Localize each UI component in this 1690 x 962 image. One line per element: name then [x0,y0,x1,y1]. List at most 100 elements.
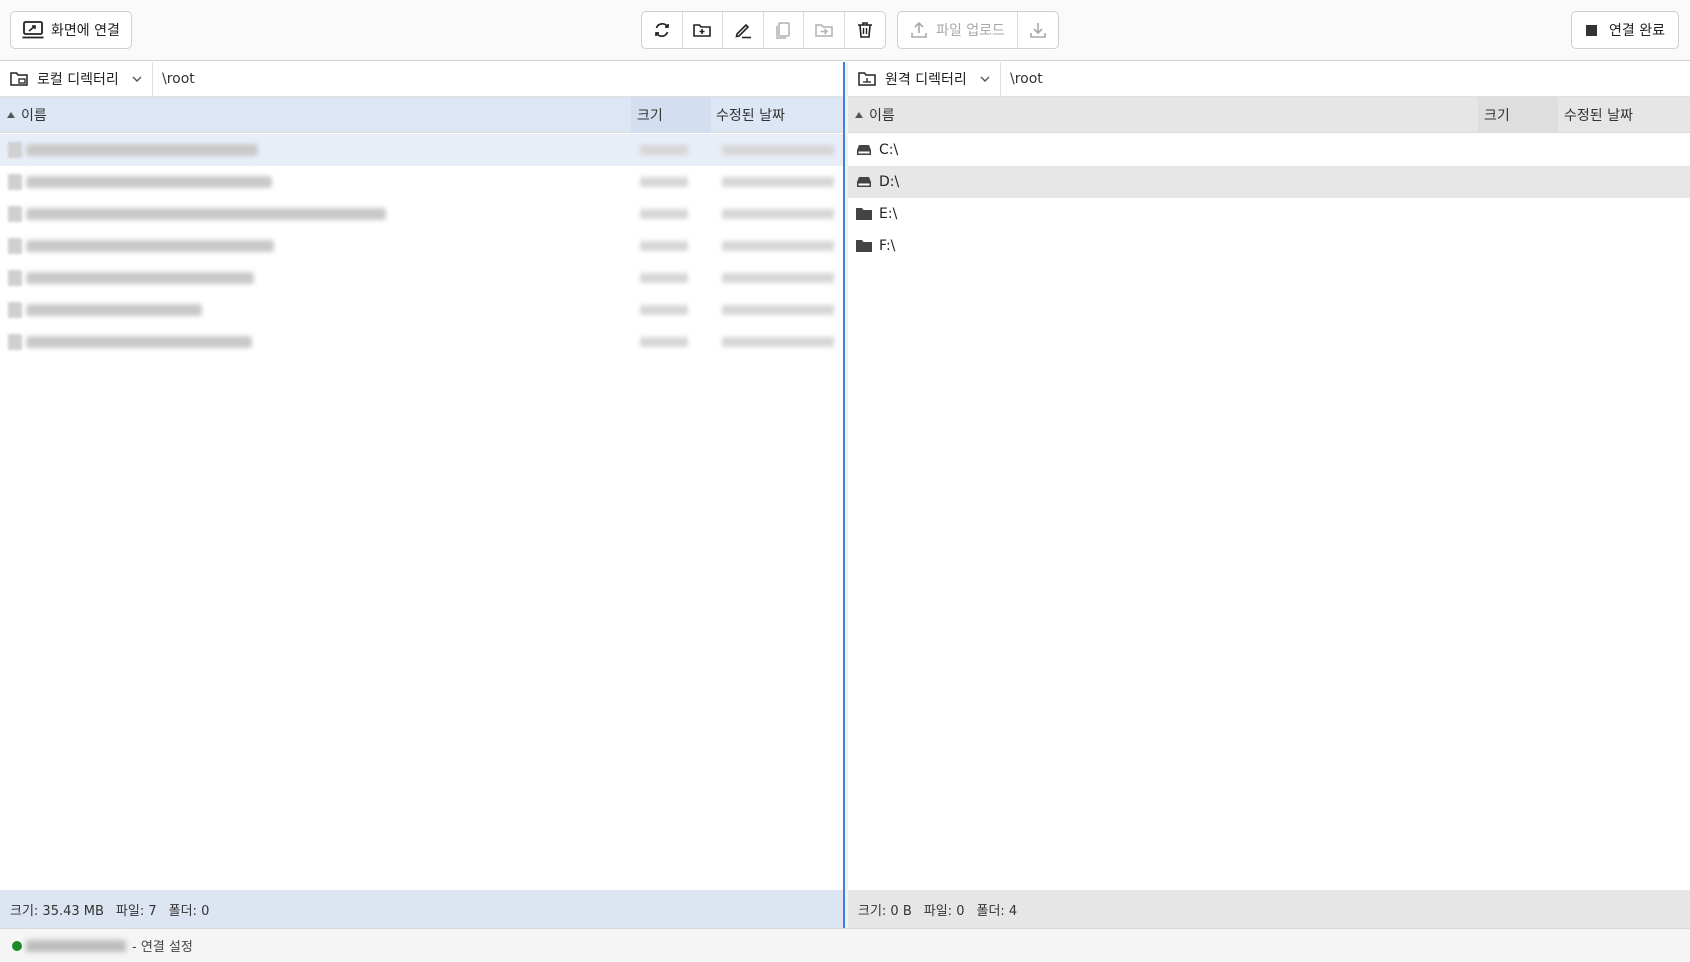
chevron-down-icon [980,76,990,82]
remote-file-list: C:\ D:\ E:\ F:\ [848,134,1690,262]
table-row[interactable] [0,134,843,166]
table-row[interactable] [0,198,843,230]
redacted-host [26,939,126,952]
file-icon [8,206,22,222]
redacted-size [640,305,688,315]
col-size-label: 크기 [637,107,663,124]
delete-button[interactable] [845,12,886,48]
local-status-files: 파일: 7 [115,903,157,919]
folder-icon [856,208,872,220]
col-date-label: 수정된 날짜 [716,107,785,124]
file-icon [8,302,22,318]
file-icon [8,270,22,286]
col-name-label: 이름 [21,107,47,124]
rename-icon [735,23,751,39]
col-name[interactable]: 이름 [0,105,47,125]
remote-status-size: 크기: 0 B [858,903,912,919]
local-status-bar: 크기: 35.43 MB 파일: 7 폴더: 0 [0,890,843,928]
redacted-filename [26,176,272,188]
local-pane: 로컬 디렉터리 \root 이름 크기 수정된 날짜 크기: 35.43 MB … [0,61,843,928]
local-status-folders: 폴더: 0 [168,903,210,919]
redacted-date [722,145,834,155]
drive-row-c[interactable]: C:\ [848,134,1690,166]
redacted-size [640,177,688,187]
drive-row-e[interactable]: E:\ [848,198,1690,230]
toolbar: 화면에 연결 파일 업로드 연결 완료 [0,0,1690,61]
col-size[interactable]: 크기 [631,96,711,133]
file-action-group [641,11,886,49]
redacted-date [722,305,834,315]
remote-pane: 원격 디렉터리 \root 이름 크기 수정된 날짜 C:\ D:\ E:\ F… [848,61,1690,928]
local-folder-icon [10,72,28,86]
drive-icon [857,177,871,187]
download-icon [1030,23,1046,38]
stop-icon [1586,24,1597,36]
table-row[interactable] [0,326,843,358]
drive-icon [857,145,871,155]
redacted-date [722,337,834,347]
refresh-icon [654,23,669,37]
connection-status-icon [12,940,22,951]
screen-share-icon [22,21,44,39]
col-name[interactable]: 이름 [848,105,895,125]
drive-row-d[interactable]: D:\ [848,166,1690,198]
rename-button[interactable] [723,12,764,48]
transfer-group: 파일 업로드 [897,11,1059,49]
remote-path-bar: 원격 디렉터리 \root [848,61,1690,97]
remote-directory-selector[interactable]: 원격 디렉터리 [848,61,1001,97]
col-name-label: 이름 [869,107,895,124]
drive-row-f[interactable]: F:\ [848,230,1690,262]
done-label: 연결 완료 [1609,23,1665,39]
move-icon [815,24,833,37]
table-row[interactable] [0,262,843,294]
file-icon [8,334,22,350]
local-directory-selector[interactable]: 로컬 디렉터리 [0,61,153,97]
col-date[interactable]: 수정된 날짜 [716,97,785,133]
upload-label: 파일 업로드 [936,23,1005,39]
redacted-filename [26,304,202,316]
local-path-bar: 로컬 디렉터리 \root [0,61,843,97]
copy-icon [776,22,790,39]
redacted-date [722,273,834,283]
file-icon [8,238,22,254]
redacted-size [640,273,688,283]
download-button[interactable] [1018,12,1058,48]
redacted-filename [26,272,254,284]
disconnect-button[interactable]: 연결 완료 [1571,11,1679,49]
remote-column-header: 이름 크기 수정된 날짜 [848,96,1690,133]
table-row[interactable] [0,294,843,326]
local-dir-label: 로컬 디렉터리 [37,72,119,88]
table-row[interactable] [0,230,843,262]
remote-status-folders: 폴더: 4 [976,903,1018,919]
upload-icon [911,21,927,38]
redacted-date [722,209,834,219]
remote-dir-label: 원격 디렉터리 [885,72,967,88]
delete-icon [857,22,872,38]
file-icon [8,142,22,158]
redacted-size [640,145,688,155]
copy-button[interactable] [764,12,804,48]
refresh-button[interactable] [642,12,683,48]
connect-label: 화면에 연결 [51,23,120,39]
sort-asc-icon [7,111,15,118]
move-button[interactable] [804,12,845,48]
redacted-filename [26,208,386,220]
redacted-size [640,241,688,251]
new-folder-button[interactable] [683,12,723,48]
col-date[interactable]: 수정된 날짜 [1564,97,1633,133]
local-path[interactable]: \root [153,71,195,87]
local-status-size: 크기: 35.43 MB [10,903,104,919]
upload-file-button[interactable]: 파일 업로드 [898,12,1018,48]
remote-status-files: 파일: 0 [923,903,965,919]
remote-status-bar: 크기: 0 B 파일: 0 폴더: 4 [848,890,1690,928]
redacted-size [640,337,688,347]
folder-icon [856,240,872,252]
drive-label: D:\ [879,174,900,190]
col-size[interactable]: 크기 [1478,96,1558,133]
table-row[interactable] [0,166,843,198]
local-file-list [0,134,843,358]
connect-to-screen-button[interactable]: 화면에 연결 [10,11,132,49]
remote-path[interactable]: \root [1001,71,1043,87]
connection-settings-link[interactable]: - 연결 설정 [132,936,193,955]
drive-label: E:\ [879,206,898,222]
